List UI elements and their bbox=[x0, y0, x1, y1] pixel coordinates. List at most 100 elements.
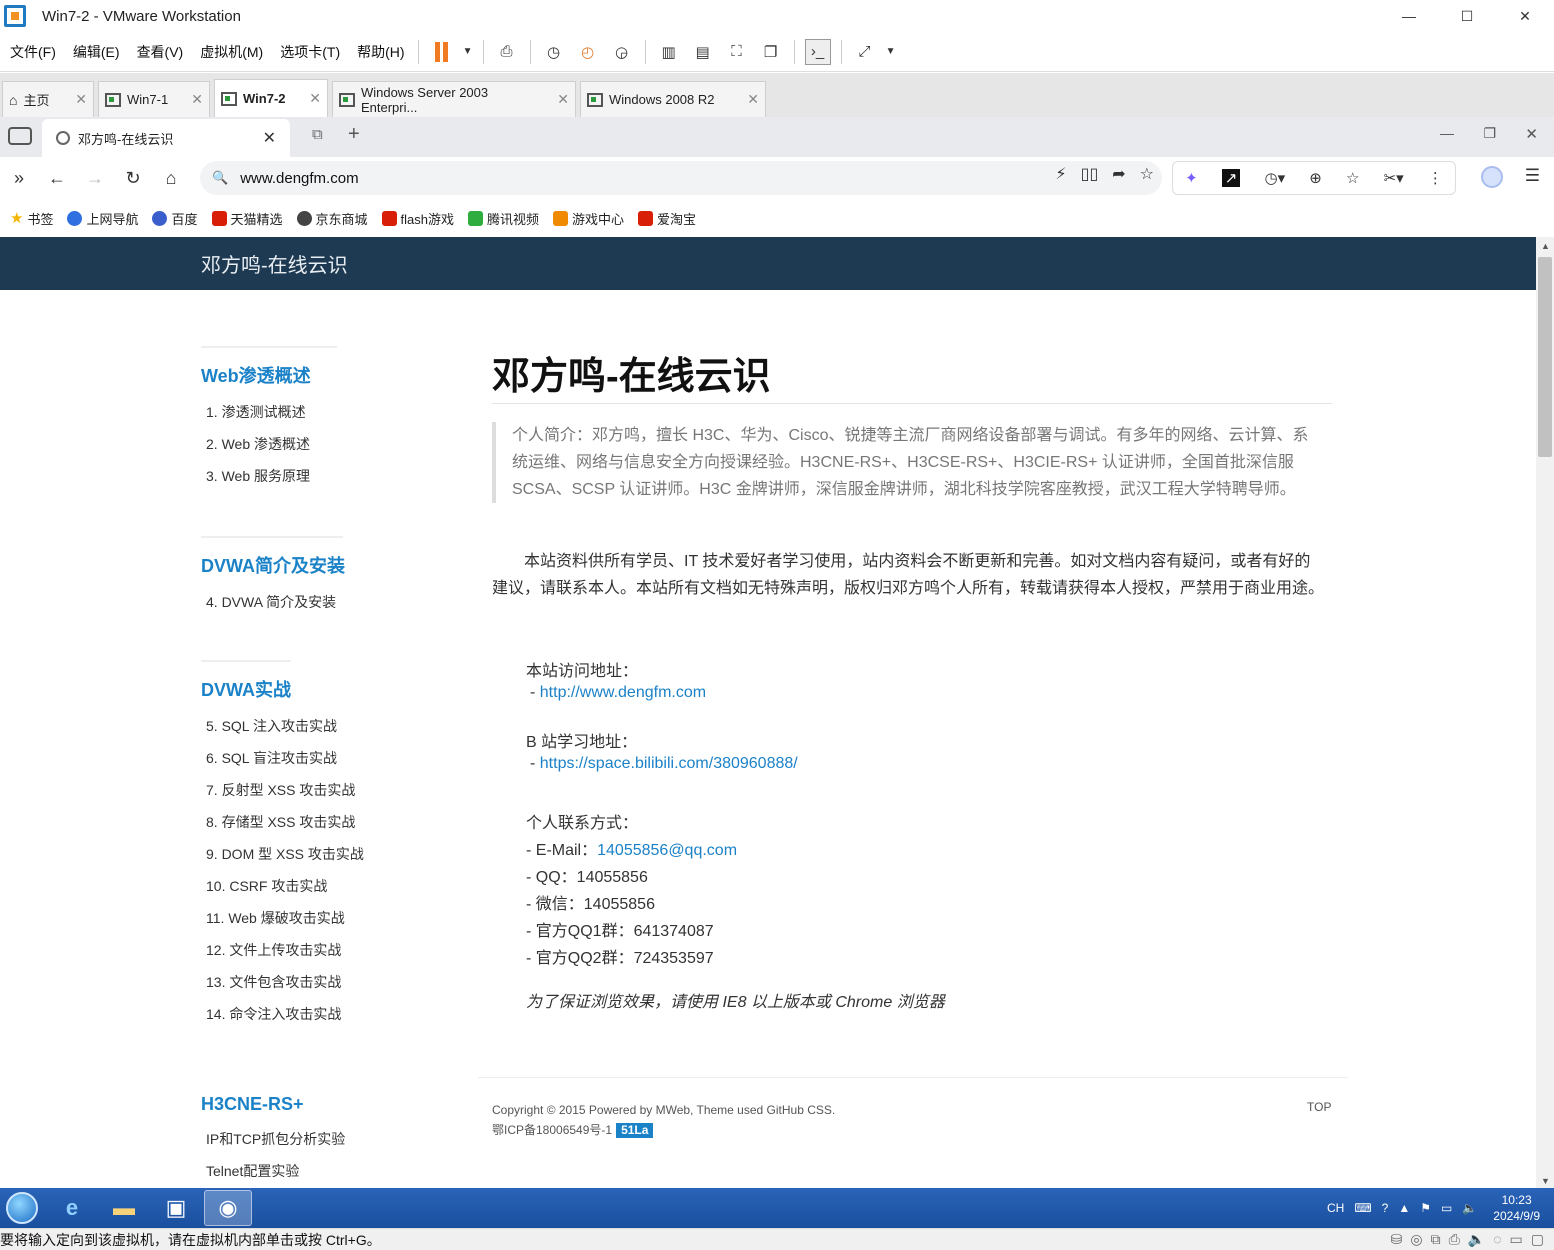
printer-icon[interactable]: ⎙ bbox=[1449, 1231, 1460, 1248]
reload-icon[interactable]: ↻ bbox=[114, 168, 152, 189]
sidebar-expand-icon[interactable]: » bbox=[0, 168, 38, 189]
start-button[interactable] bbox=[0, 1188, 44, 1228]
history-icon[interactable]: ◷▾ bbox=[1265, 169, 1286, 187]
minimize-icon[interactable]: — bbox=[1380, 0, 1438, 32]
thumbnail-view-icon[interactable]: ▤ bbox=[690, 39, 716, 65]
back-to-top-link[interactable]: TOP bbox=[1307, 1100, 1331, 1114]
sidebar-link[interactable]: 12. 文件上传攻击实战 bbox=[201, 940, 461, 972]
bookmark-star-icon[interactable]: ☆ bbox=[1140, 164, 1154, 184]
taskbar-browser-icon[interactable]: ◉ bbox=[204, 1190, 252, 1226]
dropdown-arrow-icon[interactable]: ▼ bbox=[886, 39, 896, 65]
favorites-icon[interactable]: ☆ bbox=[1346, 169, 1359, 187]
tab-group-icon[interactable]: ⧉ bbox=[312, 126, 323, 143]
sound-icon[interactable]: 🔈 bbox=[1468, 1231, 1485, 1248]
cd-rom-icon[interactable]: ◎ bbox=[1410, 1231, 1422, 1248]
messages-icon[interactable]: ▢ bbox=[1531, 1231, 1544, 1248]
email-link[interactable]: 14055856@qq.com bbox=[597, 842, 737, 859]
stretch-icon[interactable]: ⤢ bbox=[852, 39, 878, 65]
address-bar[interactable]: 🔍 www.dengfm.com bbox=[200, 161, 1162, 195]
ai-sparkle-icon[interactable]: ✦ bbox=[1185, 169, 1198, 187]
home-icon[interactable]: ⌂ bbox=[152, 168, 190, 189]
network-icon[interactable]: ▭ bbox=[1441, 1201, 1452, 1215]
action-center-flag-icon[interactable]: ⚑ bbox=[1420, 1201, 1431, 1215]
sidebar-link[interactable]: 13. 文件包含攻击实战 bbox=[201, 972, 461, 1004]
close-icon[interactable]: ✕ bbox=[181, 91, 203, 108]
vm-tab-win7-1[interactable]: Win7-1 ✕ bbox=[98, 81, 210, 117]
bookmark-item[interactable]: 上网导航 bbox=[67, 209, 138, 228]
sidebar-section-title[interactable]: Web渗透概述 bbox=[201, 362, 461, 388]
sidebar-toggle-icon[interactable] bbox=[8, 127, 32, 145]
close-icon[interactable]: ✕ bbox=[1496, 0, 1554, 32]
share-icon[interactable]: ➦ bbox=[1112, 164, 1125, 184]
snapshot-manager-icon[interactable]: ◶ bbox=[609, 39, 635, 65]
close-icon[interactable]: ✕ bbox=[263, 128, 276, 148]
sidebar-section-title[interactable]: DVWA实战 bbox=[201, 676, 461, 702]
vm-tab-server-2003[interactable]: Windows Server 2003 Enterpri... ✕ bbox=[332, 81, 576, 117]
bookmark-item[interactable]: 爱淘宝 bbox=[638, 209, 696, 228]
visit-link[interactable]: http://www.dengfm.com bbox=[540, 684, 706, 701]
library-view-icon[interactable]: ▥ bbox=[656, 39, 682, 65]
console-view-icon[interactable]: ›_ bbox=[804, 38, 831, 65]
icp-text[interactable]: 鄂ICP备18006549号-1 bbox=[492, 1123, 612, 1137]
bookmark-item[interactable]: 京东商城 bbox=[296, 209, 368, 228]
page-scrollbar[interactable]: ▲ ▼ bbox=[1536, 237, 1554, 1188]
sidebar-link[interactable]: 2. Web 渗透概述 bbox=[201, 434, 461, 466]
lightning-icon[interactable]: ⚡ bbox=[1055, 164, 1066, 184]
keyboard-icon[interactable]: ⌨ bbox=[1354, 1201, 1371, 1215]
close-icon[interactable]: ✕ bbox=[547, 91, 569, 108]
snapshot-icon[interactable]: ◷ bbox=[541, 39, 567, 65]
vm-tab-win7-2[interactable]: Win7-2 ✕ bbox=[214, 79, 328, 117]
display-icon[interactable]: ▭ bbox=[1510, 1231, 1523, 1248]
usb-icon[interactable]: ◌ bbox=[1493, 1231, 1501, 1248]
dropdown-arrow-icon[interactable]: ▼ bbox=[463, 39, 473, 65]
taskbar-explorer-icon[interactable]: ▬ bbox=[100, 1190, 148, 1226]
sidebar-link[interactable]: 6. SQL 盲注攻击实战 bbox=[201, 748, 461, 780]
sidebar-link[interactable]: 11. Web 爆破攻击实战 bbox=[201, 908, 461, 940]
menu-help[interactable]: 帮助(H) bbox=[350, 42, 411, 62]
sidebar-link[interactable]: 5. SQL 注入攻击实战 bbox=[201, 716, 461, 748]
clock[interactable]: 10:23 2024/9/9 bbox=[1493, 1192, 1540, 1224]
bookmark-item[interactable]: flash游戏 bbox=[381, 209, 454, 228]
back-icon[interactable]: ← bbox=[38, 168, 76, 189]
volume-icon[interactable]: 🔈 bbox=[1462, 1201, 1477, 1215]
restore-icon[interactable]: ❐ bbox=[1483, 125, 1496, 142]
sidebar-link[interactable]: Telnet配置实验 bbox=[201, 1161, 461, 1188]
sidebar-link[interactable]: 4. DVWA 简介及安装 bbox=[201, 592, 461, 624]
browser-tab-active[interactable]: 邓方鸣-在线云识 ✕ bbox=[42, 119, 290, 157]
ime-indicator[interactable]: CH bbox=[1327, 1201, 1344, 1215]
hard-disk-icon[interactable]: ⛁ bbox=[1391, 1231, 1403, 1248]
scrollbar-thumb[interactable] bbox=[1538, 257, 1552, 457]
bookmark-item[interactable]: 百度 bbox=[152, 209, 198, 228]
taskbar-server-manager-icon[interactable]: ▣ bbox=[152, 1190, 200, 1226]
site-header-title[interactable]: 邓方鸣-在线云识 bbox=[201, 249, 348, 278]
close-icon[interactable]: ✕ bbox=[299, 90, 321, 107]
bookmark-item[interactable]: ★ 书签 bbox=[10, 209, 53, 228]
menu-vm[interactable]: 虚拟机(M) bbox=[193, 42, 270, 62]
new-tab-icon[interactable]: + bbox=[348, 123, 360, 146]
revert-snapshot-icon[interactable]: ◴ bbox=[575, 39, 601, 65]
extension-icon[interactable]: ↗ bbox=[1221, 169, 1241, 187]
sidebar-link[interactable]: IP和TCP抓包分析实验 bbox=[201, 1129, 461, 1161]
sidebar-link[interactable]: 7. 反射型 XSS 攻击实战 bbox=[201, 780, 461, 812]
stats-badge[interactable]: 51La bbox=[616, 1123, 654, 1138]
scroll-up-icon[interactable]: ▲ bbox=[1541, 241, 1550, 251]
scroll-down-icon[interactable]: ▼ bbox=[1541, 1176, 1550, 1186]
taskbar-ie-icon[interactable]: e bbox=[48, 1190, 96, 1226]
bili-link[interactable]: https://space.bilibili.com/380960888/ bbox=[540, 755, 798, 772]
close-icon[interactable]: ✕ bbox=[1525, 125, 1538, 143]
reader-mode-icon[interactable]: ▯▯ bbox=[1081, 164, 1099, 184]
sidebar-link[interactable]: 14. 命令注入攻击实战 bbox=[201, 1004, 461, 1036]
sidebar-link[interactable]: 8. 存储型 XSS 攻击实战 bbox=[201, 812, 461, 844]
sidebar-link[interactable]: 9. DOM 型 XSS 攻击实战 bbox=[201, 844, 461, 876]
close-icon[interactable]: ✕ bbox=[65, 91, 87, 108]
bookmark-item[interactable]: 腾讯视频 bbox=[468, 209, 539, 228]
close-icon[interactable]: ✕ bbox=[737, 91, 759, 108]
menu-view[interactable]: 查看(V) bbox=[130, 42, 191, 62]
sidebar-section-title[interactable]: DVWA简介及安装 bbox=[201, 552, 461, 578]
maximize-icon[interactable]: ☐ bbox=[1438, 0, 1496, 32]
menu-tabs[interactable]: 选项卡(T) bbox=[273, 42, 347, 62]
bookmark-item[interactable]: 游戏中心 bbox=[553, 209, 624, 228]
bookmark-item[interactable]: 天猫精选 bbox=[211, 209, 283, 228]
unity-icon[interactable]: ❐ bbox=[758, 39, 784, 65]
help-icon[interactable]: ? bbox=[1382, 1201, 1389, 1215]
